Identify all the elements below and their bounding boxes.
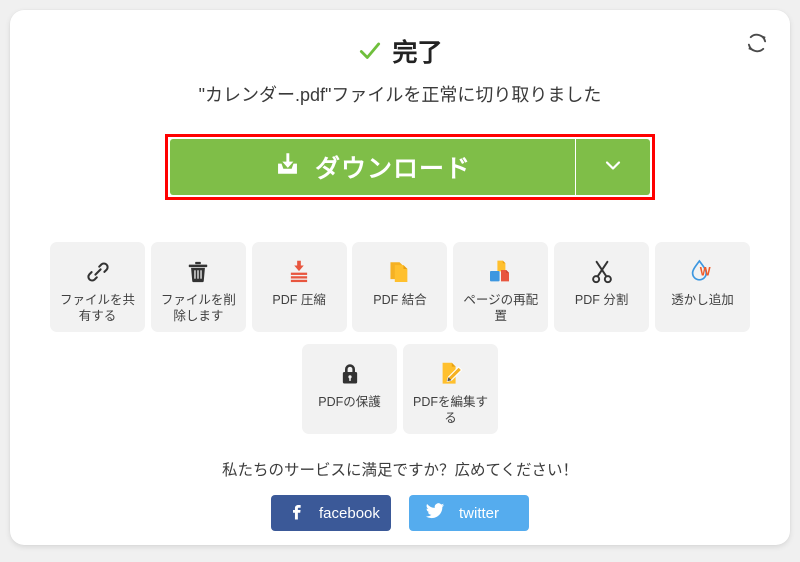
tools-row-secondary: PDFの保護 PDFを編集する [10, 344, 790, 434]
merge-icon [387, 256, 413, 288]
download-icon [274, 151, 301, 183]
trash-icon [185, 256, 211, 288]
tool-tile-compress-pdf[interactable]: PDF 圧縮 [251, 242, 347, 332]
compress-icon [286, 256, 312, 288]
status-title-row: 完了 [357, 38, 443, 69]
share-prompt: 私たちのサービスに満足ですか？広めてください！ [221, 462, 579, 479]
download-label: ダウンロード [314, 155, 471, 183]
share-buttons: facebook twitter [10, 495, 790, 531]
result-card: 完了 "カレンダー.pdf"ファイルを正常に切り取りました ダウンロード ファイ… [10, 10, 790, 545]
tool-tile-protect-pdf[interactable]: PDFの保護 [302, 344, 397, 434]
tool-tile-label: PDFを編集する [412, 395, 488, 425]
tool-tile-label: PDFの保護 [318, 395, 381, 409]
tool-tile-organize-pages[interactable]: ページの再配置 [453, 242, 549, 332]
watermark-icon: W [688, 256, 716, 288]
tool-tile-label: PDF 結合 [373, 293, 427, 307]
organize-icon [487, 256, 515, 288]
facebook-share-button[interactable]: facebook [271, 495, 391, 531]
chevron-down-icon [601, 153, 625, 182]
twitter-share-button[interactable]: twitter [409, 495, 529, 531]
svg-text:W: W [700, 266, 711, 278]
tools-row-primary: ファイルを共有する ファイルを削除します PDF 圧縮 PDF 結合 ページの再… [50, 242, 750, 332]
tool-tile-edit-pdf[interactable]: PDFを編集する [403, 344, 498, 434]
status-header: 完了 "カレンダー.pdf"ファイルを正常に切り取りました [10, 38, 790, 107]
facebook-share-label: facebook [319, 504, 380, 522]
edit-icon [437, 358, 465, 390]
tool-tile-merge-pdf[interactable]: PDF 結合 [352, 242, 448, 332]
tool-tile-label: ファイルを共有する [59, 293, 135, 323]
tool-tile-label: PDF 分割 [574, 293, 629, 307]
tool-tile-label: ページの再配置 [463, 293, 539, 323]
tool-tile-delete-file[interactable]: ファイルを削除します [150, 242, 246, 332]
download-button-highlight: ダウンロード [165, 134, 655, 200]
twitter-share-label: twitter [459, 504, 500, 522]
scissors-icon [589, 256, 615, 288]
tool-tile-label: 透かし追加 [671, 293, 734, 307]
facebook-icon [287, 502, 305, 525]
tool-tile-share-file[interactable]: ファイルを共有する [50, 242, 145, 332]
download-button[interactable]: ダウンロード [170, 139, 575, 195]
lock-icon [337, 358, 363, 390]
tool-tile-label: ファイルを削除します [160, 293, 236, 323]
check-icon [357, 38, 383, 69]
page-title: 完了 [392, 39, 443, 67]
tool-tile-label: PDF 圧縮 [272, 293, 326, 307]
download-options-button[interactable] [575, 139, 650, 195]
tool-tile-split-pdf[interactable]: PDF 分割 [554, 242, 650, 332]
tool-tile-add-watermark[interactable]: W 透かし追加 [654, 242, 750, 332]
twitter-icon [425, 501, 445, 526]
link-icon [85, 256, 111, 288]
download-button-group: ダウンロード [170, 139, 650, 195]
status-subtitle: "カレンダー.pdf"ファイルを正常に切り取りました [198, 85, 602, 105]
